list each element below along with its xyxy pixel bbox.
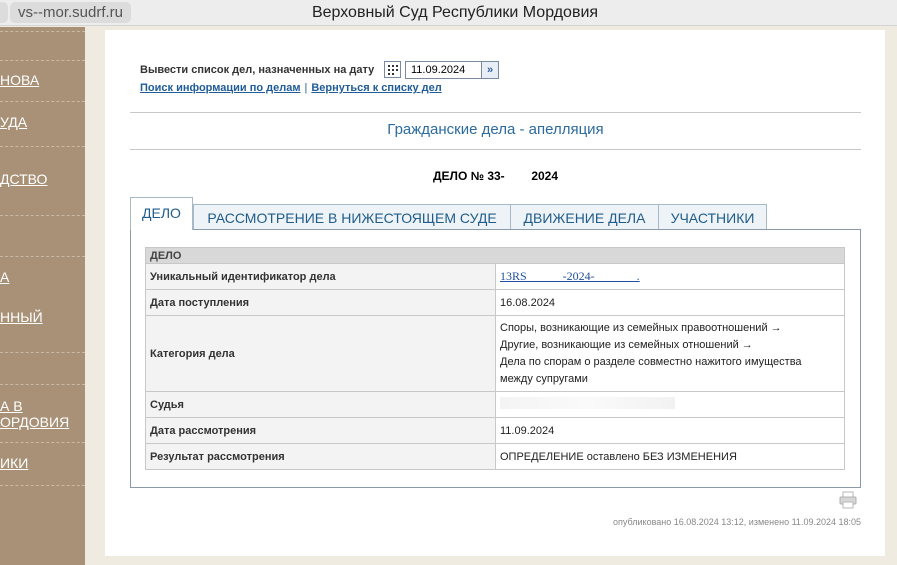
sidebar-divider <box>0 215 85 216</box>
tab-participants[interactable]: УЧАСТНИКИ <box>658 204 767 230</box>
table-row: Судья <box>145 391 845 418</box>
table-row: Уникальный идентификатор дела 13RS -2024… <box>145 263 845 290</box>
double-chevron-right-icon[interactable]: » <box>481 61 499 79</box>
table-row: Результат рассмотрения ОПРЕДЕЛЕНИЕ остав… <box>145 443 845 470</box>
date-filter-label: Вывести список дел, назначенных на дату <box>140 64 375 76</box>
row-value: 16.08.2024 <box>495 289 845 316</box>
row-label: Дата поступления <box>145 289 496 316</box>
case-uid-value[interactable]: 13RS -2024- . <box>500 269 640 283</box>
divider <box>130 112 861 113</box>
row-label: Судья <box>145 391 496 418</box>
sidebar-item-1[interactable]: НОВА <box>0 72 39 88</box>
category-line: Дела по спорам о разделе совместно нажит… <box>500 355 802 368</box>
redacted-text <box>500 397 675 409</box>
page-title: Верховный Суд Республики Мордовия <box>311 4 599 21</box>
tab-case-movement[interactable]: ДВИЖЕНИЕ ДЕЛА <box>510 204 659 230</box>
divider <box>130 149 861 150</box>
row-label: Уникальный идентификатор дела <box>145 263 496 290</box>
browser-tab-bar: vs--mor.sudrf.ru Верховный Суд Республик… <box>0 0 897 26</box>
url-pill[interactable]: vs--mor.sudrf.ru <box>10 2 132 23</box>
sidebar-divider <box>0 60 85 61</box>
tab-edge <box>0 2 8 23</box>
case-number: ДЕЛО № 33- 2024 <box>432 169 559 183</box>
tab-case[interactable]: ДЕЛО <box>130 197 193 230</box>
table-row: Дата рассмотрения 11.09.2024 <box>145 417 845 444</box>
nav-links: Поиск информации по делам | Вернуться к сп… <box>140 82 442 94</box>
table-row: Дата поступления 16.08.2024 <box>145 289 845 316</box>
row-label: Категория дела <box>145 315 496 392</box>
tab-lower-court[interactable]: РАССМОТРЕНИЕ В НИЖЕСТОЯЩЕМ СУДЕ <box>193 204 511 230</box>
sidebar-divider <box>0 256 85 257</box>
sidebar-item-5[interactable]: ННЫЙ <box>0 309 43 325</box>
calendar-icon[interactable] <box>384 61 401 78</box>
section-title: Гражданские дела - апелляция <box>387 121 604 138</box>
sidebar-divider <box>0 384 85 385</box>
printer-icon[interactable] <box>839 491 857 509</box>
link-separator: | <box>304 82 308 94</box>
category-line: Споры, возникающие из семейных правоотно… <box>500 321 782 334</box>
sidebar: НОВА УДА ДСТВО А ННЫЙ А В ОРДОВИЯ ИКИ <box>0 27 85 565</box>
row-value: 11.09.2024 <box>495 417 845 444</box>
row-value: ОПРЕДЕЛЕНИЕ оставлено БЕЗ ИЗМЕНЕНИЯ <box>495 443 845 470</box>
row-label: Дата рассмотрения <box>145 417 496 444</box>
category-line: Другие, возникающие из семейных отношени… <box>500 338 753 351</box>
category-line: между супругами <box>500 372 588 385</box>
judge-value <box>495 391 845 418</box>
case-info-table: ДЕЛО Уникальный идентификатор дела 13RS … <box>145 247 845 470</box>
sidebar-item-4[interactable]: А <box>0 269 9 285</box>
table-header: ДЕЛО <box>145 247 845 264</box>
page-margin <box>885 27 897 565</box>
sidebar-item-3[interactable]: ДСТВО <box>0 171 47 187</box>
sidebar-divider <box>0 442 85 443</box>
search-cases-link[interactable]: Поиск информации по делам <box>140 82 300 94</box>
sidebar-divider <box>0 101 85 102</box>
sidebar-item-2[interactable]: УДА <box>0 114 27 130</box>
table-row: Категория дела Споры, возникающие из сем… <box>145 315 845 392</box>
case-uid-link[interactable]: 13RS -2024- . <box>495 263 845 290</box>
category-value: Споры, возникающие из семейных правоотно… <box>495 315 845 392</box>
sidebar-item-8[interactable]: ИКИ <box>0 455 28 471</box>
sidebar-divider <box>0 352 85 353</box>
back-to-list-link[interactable]: Вернуться к списку дел <box>311 82 441 94</box>
row-label: Результат рассмотрения <box>145 443 496 470</box>
publish-info: опубликовано 16.08.2024 13:12, изменено … <box>613 517 861 527</box>
sidebar-divider <box>0 146 85 147</box>
sidebar-item-6[interactable]: А В <box>0 398 23 414</box>
sidebar-divider <box>0 31 85 32</box>
sidebar-divider <box>0 485 85 486</box>
sidebar-item-7[interactable]: ОРДОВИЯ <box>0 414 69 430</box>
